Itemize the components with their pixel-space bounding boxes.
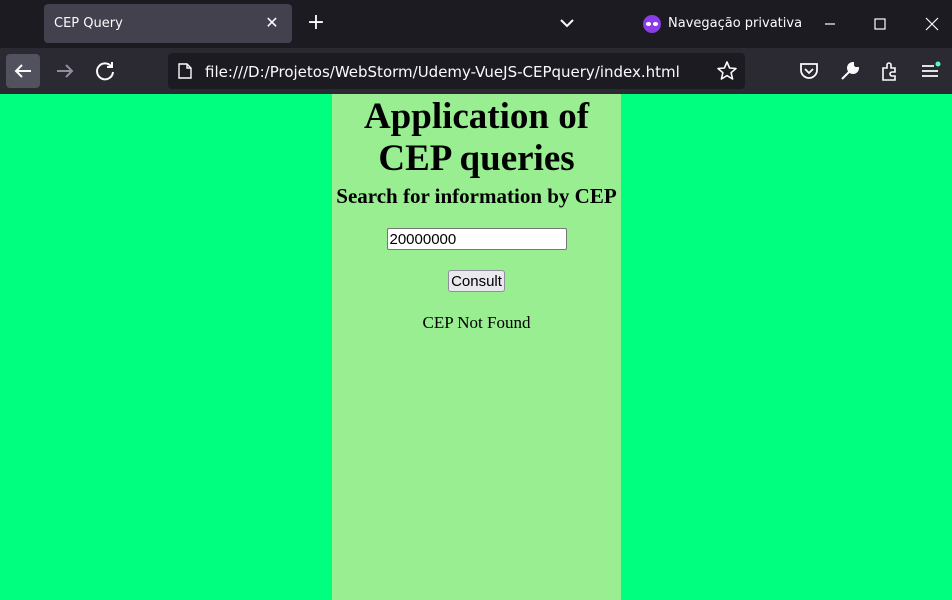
bookmark-star-icon[interactable] xyxy=(715,59,739,83)
pocket-icon[interactable] xyxy=(797,59,821,83)
tab-title: CEP Query xyxy=(54,16,123,31)
navigation-toolbar: file:///D:/Projetos/WebStorm/Udemy-VueJS… xyxy=(0,48,952,94)
result-message: CEP Not Found xyxy=(422,313,531,332)
consult-button[interactable]: Consult xyxy=(448,270,505,292)
back-arrow-icon[interactable] xyxy=(6,54,40,88)
maximize-icon[interactable] xyxy=(866,10,894,38)
private-browsing-label: Navegação privativa xyxy=(668,16,803,31)
page-icon xyxy=(178,63,192,79)
extensions-icon[interactable] xyxy=(878,59,902,83)
tab-close-icon[interactable]: ✕ xyxy=(260,11,284,35)
cep-input[interactable] xyxy=(386,228,567,250)
page-subtitle: Search for information by CEP xyxy=(336,184,617,208)
address-bar[interactable]: file:///D:/Projetos/WebStorm/Udemy-VueJS… xyxy=(168,53,745,89)
app-container: Application of CEP queries Search for in… xyxy=(332,94,621,600)
tab-strip: CEP Query ✕ + Navegação privativa xyxy=(0,0,952,48)
wrench-icon[interactable] xyxy=(838,59,862,83)
url-text[interactable]: file:///D:/Projetos/WebStorm/Udemy-VueJS… xyxy=(205,63,680,81)
private-browsing-icon xyxy=(643,15,661,33)
new-tab-icon[interactable]: + xyxy=(304,10,328,36)
minimize-icon[interactable] xyxy=(816,10,844,38)
window-close-icon[interactable] xyxy=(918,10,946,38)
page-viewport: Application of CEP queries Search for in… xyxy=(0,94,952,600)
page-title: Application of CEP queries xyxy=(363,96,590,179)
forward-arrow-icon[interactable] xyxy=(48,54,82,88)
tab-cep-query[interactable]: CEP Query ✕ xyxy=(44,4,292,43)
reload-icon[interactable] xyxy=(88,54,122,88)
menu-icon[interactable] xyxy=(918,59,942,83)
chevron-down-icon[interactable] xyxy=(556,12,578,34)
